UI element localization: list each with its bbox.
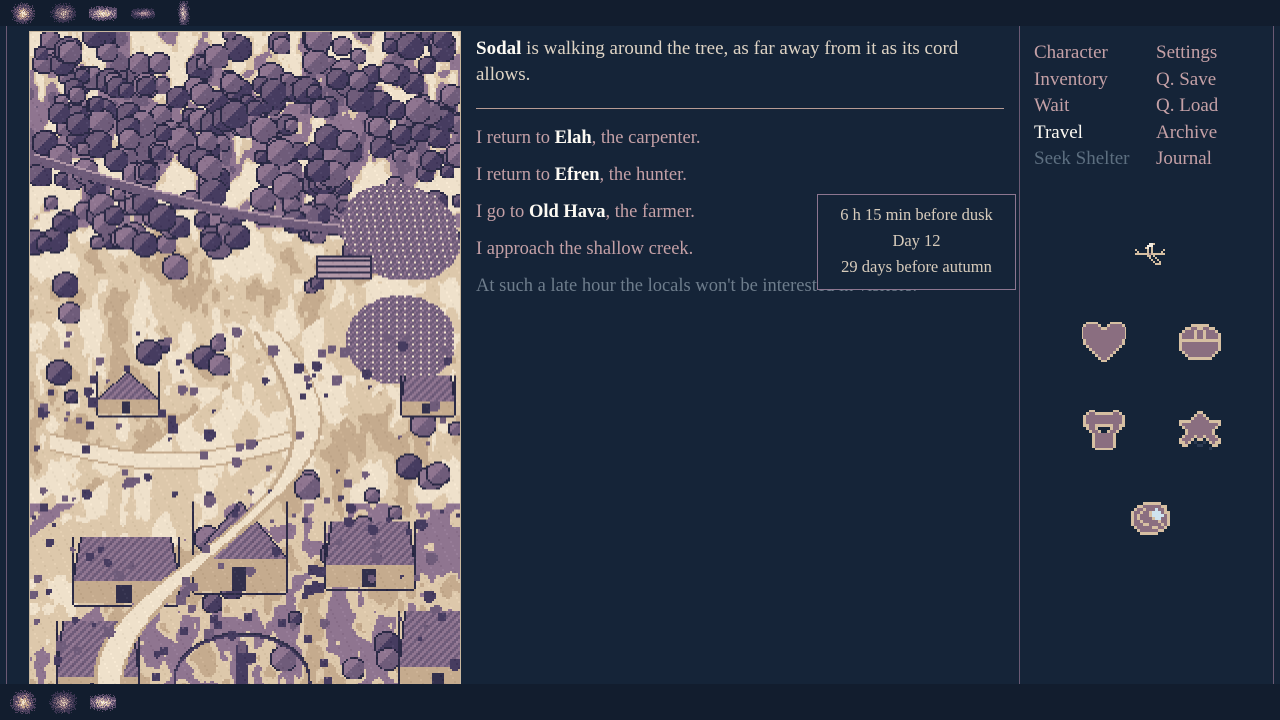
time-dusk: 6 h 15 min before dusk	[840, 205, 993, 224]
choice-option[interactable]: I return to Efren, the hunter.	[476, 164, 1006, 187]
time-season: 29 days before autumn	[841, 257, 992, 276]
quickbar-top	[0, 0, 1280, 26]
bark-item-icon[interactable]	[128, 1, 158, 25]
status-row-3	[1034, 492, 1270, 544]
menu-item-settings[interactable]: Settings	[1156, 40, 1266, 67]
menu-item-character[interactable]: Character	[1034, 40, 1152, 67]
heart-icon[interactable]	[1078, 316, 1130, 368]
choice-option[interactable]: I return to Elah, the carpenter.	[476, 127, 1006, 150]
prose-text: Sodal is walking around the tree, as far…	[476, 36, 996, 88]
panel-divider	[1019, 26, 1020, 694]
village-map[interactable]	[29, 31, 461, 686]
shell-item-icon[interactable]	[8, 1, 38, 25]
status-row-2	[1034, 404, 1270, 456]
axe-tool-icon[interactable]	[8, 690, 38, 714]
menu-column-left: Character Inventory Wait Travel Seek Shelter	[1034, 40, 1152, 173]
menu-item-journal[interactable]: Journal	[1156, 146, 1266, 173]
prose-lead: Sodal	[476, 38, 522, 59]
frame-right-line	[1273, 26, 1274, 694]
game-window: Sodal is walking around the tree, as far…	[0, 0, 1280, 720]
map-canvas[interactable]	[30, 32, 460, 685]
menu-item-travel[interactable]: Travel	[1034, 120, 1152, 147]
menu-item-seek-shelter: Seek Shelter	[1034, 148, 1130, 169]
shirt-icon[interactable]	[1078, 404, 1130, 456]
sundial-icon[interactable]	[1126, 228, 1178, 280]
menu-item-wait[interactable]: Wait	[1034, 93, 1152, 120]
status-icon-grid	[1034, 228, 1270, 544]
time-day: Day 12	[892, 231, 941, 250]
backpack-icon[interactable]	[48, 690, 78, 714]
menu-item-inventory[interactable]: Inventory	[1034, 67, 1152, 94]
status-row-1	[1034, 316, 1270, 368]
quickbar-bottom	[0, 684, 1280, 720]
star-icon[interactable]	[1174, 404, 1226, 456]
figure-item-icon[interactable]	[168, 1, 198, 25]
pelt-item-icon[interactable]	[88, 1, 118, 25]
logs-item-icon[interactable]	[88, 690, 118, 714]
time-tooltip: 6 h 15 min before dusk Day 12 29 days be…	[817, 194, 1016, 290]
stone-item-icon[interactable]	[48, 1, 78, 25]
prose-rest: is walking around the tree, as far away …	[476, 38, 959, 85]
status-row-0	[1034, 228, 1270, 280]
story-divider	[476, 108, 1004, 109]
moon-orb-icon[interactable]	[1126, 492, 1178, 544]
menu-item-q-load[interactable]: Q. Load	[1156, 93, 1266, 120]
menu-item-archive[interactable]: Archive	[1156, 120, 1266, 147]
basket-icon[interactable]	[1174, 316, 1226, 368]
menu-item-q-save[interactable]: Q. Save	[1156, 67, 1266, 94]
menu-column-right: Settings Q. Save Q. Load Archive Journal	[1156, 40, 1266, 173]
frame-left-line	[6, 26, 7, 694]
